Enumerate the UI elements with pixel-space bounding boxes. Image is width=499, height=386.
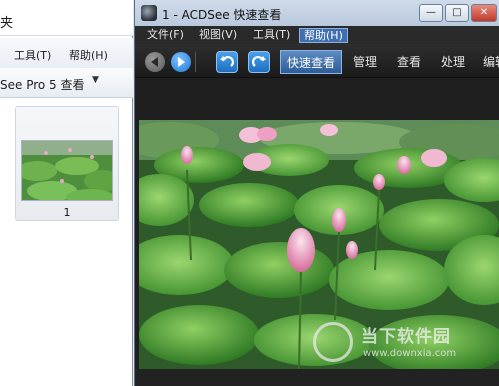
thumbnail-image (21, 140, 113, 201)
next-button[interactable] (171, 52, 191, 72)
watermark-main-text: 当下软件园 (361, 327, 451, 347)
menu-bar: 文件(F) 视图(V) 工具(T) 帮助(H) (135, 26, 499, 44)
menu-tools[interactable]: 工具(T) (14, 47, 51, 63)
arrow-right-icon (178, 57, 185, 67)
rotate-left-button[interactable] (216, 51, 238, 73)
menu-file[interactable]: 文件(F) (143, 28, 188, 43)
window-title: 1 - ACDSee 快速查看 (162, 8, 282, 22)
title-bar[interactable]: 1 - ACDSee 快速查看 — □ ✕ (135, 0, 499, 26)
menu-help[interactable]: 帮助(H) (299, 28, 348, 43)
menu-tools[interactable]: 工具(T) (249, 28, 294, 43)
chevron-down-icon: ▼ (92, 75, 99, 85)
explorer-menubar: 工具(T) 帮助(H) (0, 38, 133, 68)
toolbar-separator (195, 52, 196, 72)
tab-view[interactable]: 查看 (391, 50, 427, 74)
acdsee-app-icon (141, 5, 157, 21)
rotate-left-icon (220, 56, 234, 67)
rotate-right-button[interactable] (248, 51, 270, 73)
explorer-view-dropdown[interactable]: See Pro 5 查看 ▼ (0, 68, 133, 98)
tab-manage[interactable]: 管理 (347, 50, 383, 74)
toolbar: 快速查看 管理 查看 处理 编辑 (135, 44, 499, 78)
watermark-logo-icon (313, 322, 353, 362)
arrow-left-icon (151, 57, 158, 67)
explorer-title: 夹 (0, 0, 133, 36)
explorer-window: 夹 工具(T) 帮助(H) See Pro 5 查看 ▼ 1 (0, 0, 133, 386)
tab-quick-view[interactable]: 快速查看 (280, 50, 343, 74)
tab-edit[interactable]: 编辑 (479, 50, 499, 74)
menu-help[interactable]: 帮助(H) (69, 47, 108, 63)
acdsee-window: 1 - ACDSee 快速查看 — □ ✕ 文件(F) 视图(V) 工具(T) … (134, 0, 499, 386)
minimize-button[interactable]: — (419, 4, 443, 22)
menu-view[interactable]: 视图(V) (195, 28, 241, 43)
watermark-sub-text: www.downxia.com (363, 348, 457, 359)
thumbnail-label: 1 (63, 206, 71, 219)
thumbnail-item[interactable]: 1 (15, 106, 119, 221)
previous-button[interactable] (145, 52, 165, 72)
rotate-right-icon (252, 56, 266, 67)
watermark: 当下软件园 www.downxia.com (311, 318, 491, 368)
maximize-button[interactable]: □ (445, 4, 469, 22)
status-bar (135, 369, 499, 386)
view-dropdown-label: See Pro 5 查看 (0, 78, 85, 92)
explorer-title-text: 夹 (0, 16, 14, 31)
tab-process[interactable]: 处理 (435, 50, 471, 74)
close-button[interactable]: ✕ (471, 4, 497, 22)
